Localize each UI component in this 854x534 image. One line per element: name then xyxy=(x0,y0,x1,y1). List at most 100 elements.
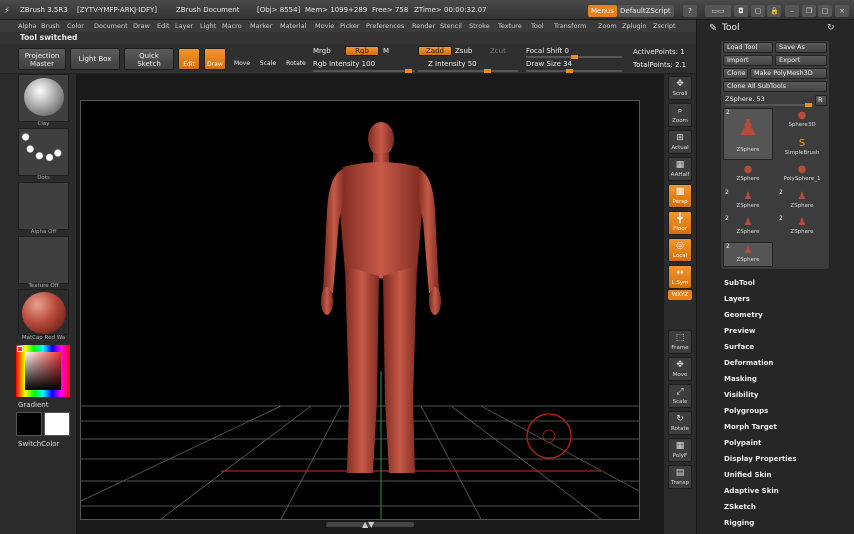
focal-shift-slider[interactable] xyxy=(526,55,622,59)
menu-color[interactable]: Color xyxy=(67,22,84,30)
section-masking[interactable]: Masking xyxy=(724,375,757,383)
menu-brush[interactable]: Brush xyxy=(41,22,60,30)
menu-stencil[interactable]: Stencil xyxy=(440,22,462,30)
tool-item-7[interactable]: 2 ♟ ZSphere xyxy=(723,215,773,239)
lock-icon[interactable]: 🔒 xyxy=(767,5,781,17)
rotate-button[interactable]: Rotate xyxy=(284,48,308,70)
persp-button[interactable]: ▦ Persp xyxy=(668,184,692,208)
draw-size-slider[interactable] xyxy=(526,69,622,73)
tool-item-5[interactable]: 2 ♟ ZSphere xyxy=(723,189,773,213)
tool-item-9[interactable]: 2 ♟ ZSphere xyxy=(723,242,773,267)
move-button[interactable]: Move xyxy=(231,48,253,70)
scale-button[interactable]: Scale xyxy=(257,48,279,70)
menu-stroke[interactable]: Stroke xyxy=(469,22,490,30)
section-layers[interactable]: Layers xyxy=(724,295,750,303)
transp-button[interactable]: ▤ Transp xyxy=(668,465,692,489)
texture-thumbnail[interactable] xyxy=(18,236,69,284)
chevron-down-icon[interactable]: ▲▼ xyxy=(362,520,374,529)
z-intensity-slider[interactable] xyxy=(418,69,518,73)
zoom-button[interactable]: ⌕ Zoom xyxy=(668,103,692,127)
menu-draw[interactable]: Draw xyxy=(133,22,150,30)
menu-material[interactable]: Material xyxy=(280,22,306,30)
close-icon[interactable]: × xyxy=(835,5,849,17)
m-toggle[interactable]: M xyxy=(383,47,389,55)
menu-render[interactable]: Render xyxy=(412,22,435,30)
zsub-toggle[interactable]: Zsub xyxy=(455,47,472,55)
menu-alpha[interactable]: Alpha xyxy=(18,22,36,30)
frame-button[interactable]: ⬚ Frame xyxy=(668,330,692,354)
save-as-button[interactable]: Save As xyxy=(775,42,827,53)
section-polypaint[interactable]: Polypaint xyxy=(724,439,761,447)
tool-slider[interactable] xyxy=(725,103,813,107)
tool-item-1[interactable]: ● Sphere3D xyxy=(777,108,827,132)
rgb-toggle[interactable]: Rgb xyxy=(345,46,379,56)
menu-texture[interactable]: Texture xyxy=(498,22,522,30)
section-preview[interactable]: Preview xyxy=(724,327,756,335)
layout-icon[interactable]: ▭▭ xyxy=(705,5,731,17)
cam-icon[interactable]: ◘ xyxy=(734,5,748,17)
section-display-properties[interactable]: Display Properties xyxy=(724,455,797,463)
section-subtool[interactable]: SubTool xyxy=(724,279,755,287)
light-box-button[interactable]: Light Box xyxy=(70,48,120,70)
rotate-button[interactable]: ↻ Rotate xyxy=(668,411,692,435)
menu-transform[interactable]: Transform xyxy=(554,22,586,30)
import-button[interactable]: Import xyxy=(723,55,773,66)
polyf-button[interactable]: ▦ PolyF xyxy=(668,438,692,462)
zadd-toggle[interactable]: Zadd xyxy=(418,46,452,56)
floor-button[interactable]: ╋ Floor xyxy=(668,211,692,235)
brush-thumbnail[interactable] xyxy=(18,74,69,122)
local-button[interactable]: ◎ Local xyxy=(668,238,692,262)
scale-button[interactable]: ⤢ Scale xyxy=(668,384,692,408)
tool-item-4[interactable]: ● PolySphere_1 xyxy=(777,162,827,186)
move-button[interactable]: ✥ Move xyxy=(668,357,692,381)
aahalf-button[interactable]: ▦ AAHalf xyxy=(668,157,692,181)
maximize-icon[interactable]: □ xyxy=(818,5,832,17)
section-morph-target[interactable]: Morph Target xyxy=(724,423,777,431)
tool-item-0[interactable]: 2 ♟ ZSphere xyxy=(723,108,773,160)
menus-button[interactable]: Menus xyxy=(588,5,617,17)
frame-icon[interactable]: ▢ xyxy=(751,5,765,17)
secondary-color-swatch[interactable] xyxy=(16,412,42,436)
actual-button[interactable]: ⊞ Actual xyxy=(668,130,692,154)
quick-sketch-button[interactable]: Quick Sketch xyxy=(124,48,174,70)
color-square[interactable] xyxy=(25,352,61,390)
menu-layer[interactable]: Layer xyxy=(175,22,193,30)
draw-button[interactable]: Draw xyxy=(204,48,226,70)
export-button[interactable]: Export xyxy=(775,55,827,66)
load-tool-button[interactable]: Load Tool xyxy=(723,42,773,53)
clone-button[interactable]: Clone xyxy=(723,68,748,79)
section-adaptive-skin[interactable]: Adaptive Skin xyxy=(724,487,779,495)
menu-preferences[interactable]: Preferences xyxy=(366,22,404,30)
tool-item-8[interactable]: 2 ♟ ZSphere xyxy=(777,215,827,239)
menu-document[interactable]: Document xyxy=(94,22,128,30)
main-color-swatch[interactable] xyxy=(44,412,70,436)
section-geometry[interactable]: Geometry xyxy=(724,311,763,319)
zcut-toggle[interactable]: Zcut xyxy=(490,47,506,55)
menu-zplugin[interactable]: Zplugin xyxy=(622,22,647,30)
switch-color-button[interactable]: SwitchColor xyxy=(18,440,59,448)
section-surface[interactable]: Surface xyxy=(724,343,754,351)
document-canvas[interactable] xyxy=(80,100,640,520)
section-deformation[interactable]: Deformation xyxy=(724,359,773,367)
menu-zscript[interactable]: Zscript xyxy=(653,22,676,30)
tool-item-6[interactable]: 2 ♟ ZSphere xyxy=(777,189,827,213)
projection-master-button[interactable]: Projection Master xyxy=(18,48,66,70)
restore-icon[interactable]: ❐ xyxy=(802,5,816,17)
alpha-thumbnail[interactable] xyxy=(18,182,69,230)
color-picker[interactable] xyxy=(16,345,70,397)
edit-button[interactable]: Edit xyxy=(178,48,200,70)
minimize-icon[interactable]: – xyxy=(785,5,799,17)
lsym-button[interactable]: ↔ L.Sym xyxy=(668,265,692,289)
refresh-icon[interactable]: ↻ xyxy=(827,23,835,33)
menu-movie[interactable]: Movie xyxy=(315,22,334,30)
section-zsketch[interactable]: ZSketch xyxy=(724,503,756,511)
xyz-toggle[interactable]: WXYZ xyxy=(668,290,692,300)
scroll-button[interactable]: ✥ Scroll xyxy=(668,76,692,100)
help-icon[interactable]: ? xyxy=(683,5,697,17)
default-zscript-button[interactable]: DefaultZScript xyxy=(617,5,674,17)
menu-light[interactable]: Light xyxy=(200,22,216,30)
tool-item-3[interactable]: ● ZSphere xyxy=(723,162,773,186)
make-polymesh-button[interactable]: Make PolyMesh3D xyxy=(750,68,827,79)
tool-item-2[interactable]: S SimpleBrush xyxy=(777,136,827,160)
menu-tool[interactable]: Tool xyxy=(531,22,544,30)
